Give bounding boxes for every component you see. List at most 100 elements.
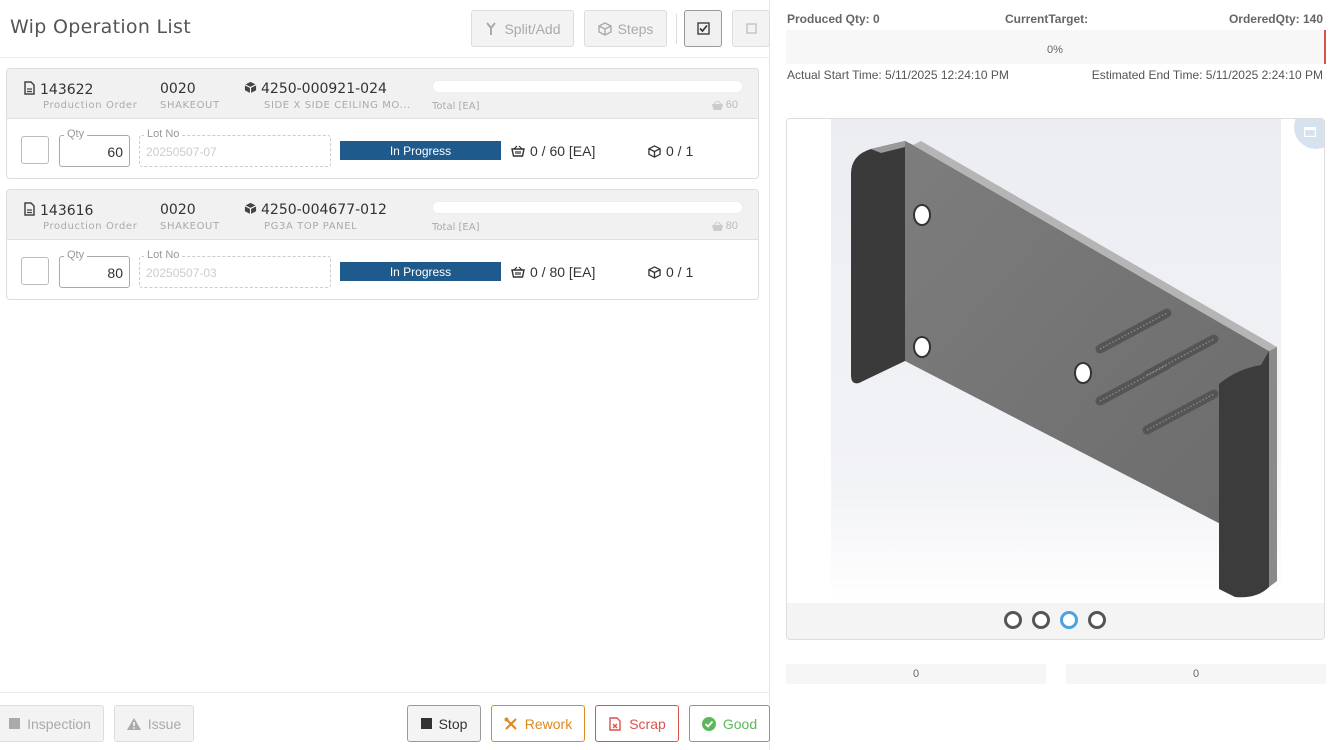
scrap-icon bbox=[609, 716, 621, 731]
part-number: 4250-004677-012 bbox=[244, 202, 387, 218]
ordered-qty: OrderedQty: 140 bbox=[1228, 12, 1323, 26]
cube-icon bbox=[597, 21, 612, 36]
total-label: Total [EA] bbox=[432, 222, 480, 233]
action-footer: Inspection Issue Stop Rework Scrap Good bbox=[0, 692, 770, 750]
production-order-label: Production Order bbox=[43, 221, 138, 232]
total-value: 60 bbox=[711, 99, 738, 111]
scrap-button[interactable]: Scrap bbox=[595, 705, 679, 742]
current-target: CurrentTarget: bbox=[1005, 12, 1089, 26]
basket-icon bbox=[511, 266, 525, 278]
qty-value: 60 bbox=[107, 144, 123, 160]
good-label: Good bbox=[722, 715, 758, 732]
warning-icon bbox=[126, 717, 141, 730]
operation-number: 0020 bbox=[160, 202, 196, 218]
cube-icon bbox=[244, 202, 257, 215]
carousel-dot-active[interactable] bbox=[1060, 611, 1078, 629]
produced-progress: 0 / 80 [EA] bbox=[511, 264, 595, 280]
document-icon bbox=[24, 202, 35, 216]
lot-label: Lot No bbox=[144, 128, 183, 140]
issue-button[interactable]: Issue bbox=[114, 705, 194, 742]
stop-label: Stop bbox=[438, 715, 468, 732]
operation-card[interactable]: 143616 Production Order 0020 SHAKEOUT 42… bbox=[6, 189, 759, 300]
split-add-button[interactable]: Split/Add bbox=[471, 10, 574, 47]
stop-icon bbox=[420, 718, 432, 729]
inspection-button[interactable]: Inspection bbox=[0, 705, 104, 742]
issue-label: Issue bbox=[147, 715, 182, 732]
operation-name: SHAKEOUT bbox=[160, 100, 220, 111]
lot-label: Lot No bbox=[144, 249, 183, 261]
summary-right: 0 bbox=[1066, 664, 1326, 684]
part-3d-render bbox=[831, 119, 1281, 605]
total-label: Total [EA] bbox=[432, 101, 480, 112]
select-all-button[interactable] bbox=[684, 10, 722, 47]
summary-left: 0 bbox=[786, 664, 1046, 684]
select-checkbox[interactable] bbox=[21, 257, 49, 285]
operation-card-header: 143622 Production Order 0020 SHAKEOUT 42… bbox=[7, 69, 758, 119]
basket-icon bbox=[711, 100, 723, 110]
steps-progress: 0 / 1 bbox=[648, 264, 693, 280]
tools-icon bbox=[504, 717, 517, 730]
operation-card-header: 143616 Production Order 0020 SHAKEOUT 42… bbox=[7, 190, 758, 240]
panel-header: Wip Operation List Split/Add Steps bbox=[0, 0, 770, 58]
page-title: Wip Operation List bbox=[10, 16, 191, 38]
lot-number-field[interactable]: Lot No 20250507-03 bbox=[139, 249, 331, 288]
empty-box-icon bbox=[745, 23, 757, 34]
qty-field[interactable]: Qty 80 bbox=[59, 249, 130, 288]
qty-value: 80 bbox=[107, 265, 123, 281]
check-circle-icon bbox=[701, 716, 716, 731]
document-icon bbox=[24, 81, 35, 95]
app-root: Wip Operation List Split/Add Steps 14362… bbox=[0, 0, 1333, 750]
estimated-end-time: Estimated End Time: 5/11/2025 2:24:10 PM bbox=[1091, 68, 1323, 82]
carousel-dot[interactable] bbox=[1004, 611, 1022, 629]
produced-qty: Produced Qty: 0 bbox=[787, 12, 880, 26]
steps-progress: 0 / 1 bbox=[648, 143, 693, 159]
deselect-all-button[interactable] bbox=[732, 10, 770, 47]
part-number: 4250-000921-024 bbox=[244, 81, 387, 97]
operation-progress-bar bbox=[432, 201, 743, 214]
lot-placeholder: 20250507-03 bbox=[146, 266, 217, 280]
lot-number-field[interactable]: Lot No 20250507-07 bbox=[139, 128, 331, 167]
status-badge: In Progress bbox=[340, 262, 501, 281]
target-progress-bar: 0% bbox=[786, 30, 1326, 64]
good-button[interactable]: Good bbox=[689, 705, 770, 742]
basket-icon bbox=[711, 221, 723, 231]
steps-label: Steps bbox=[617, 20, 654, 37]
carousel-dot[interactable] bbox=[1088, 611, 1106, 629]
steps-button[interactable]: Steps bbox=[584, 10, 667, 47]
rework-label: Rework bbox=[524, 715, 573, 732]
produced-progress: 0 / 60 [EA] bbox=[511, 143, 595, 159]
header-divider bbox=[676, 14, 677, 44]
cube-icon bbox=[244, 81, 257, 94]
actual-start-time: Actual Start Time: 5/11/2025 12:24:10 PM bbox=[787, 68, 1009, 82]
rework-button[interactable]: Rework bbox=[491, 705, 585, 742]
production-order-number: 143622 bbox=[23, 81, 93, 98]
total-value: 80 bbox=[711, 220, 738, 232]
qty-label: Qty bbox=[64, 249, 88, 261]
operation-progress-bar bbox=[432, 80, 743, 93]
detail-panel: Produced Qty: 0 CurrentTarget: OrderedQt… bbox=[770, 0, 1333, 750]
status-badge: In Progress bbox=[340, 141, 501, 160]
square-icon bbox=[9, 718, 21, 729]
split-add-label: Split/Add bbox=[504, 20, 561, 37]
select-checkbox[interactable] bbox=[21, 136, 49, 164]
stop-button[interactable]: Stop bbox=[407, 705, 481, 742]
window-icon bbox=[1304, 127, 1316, 137]
lot-placeholder: 20250507-07 bbox=[146, 145, 217, 159]
wip-operation-panel: Wip Operation List Split/Add Steps 14362… bbox=[0, 0, 770, 750]
inspection-label: Inspection bbox=[27, 715, 91, 732]
qty-field[interactable]: Qty 60 bbox=[59, 128, 130, 167]
target-percent: 0% bbox=[1047, 44, 1063, 56]
cube-icon bbox=[648, 144, 661, 158]
split-icon bbox=[486, 21, 497, 35]
qty-label: Qty bbox=[64, 128, 88, 140]
carousel-dot[interactable] bbox=[1032, 611, 1050, 629]
part-image-carousel[interactable] bbox=[786, 118, 1325, 640]
carousel-indicators bbox=[787, 603, 1324, 639]
production-order-number: 143616 bbox=[23, 202, 93, 219]
operation-number: 0020 bbox=[160, 81, 196, 97]
checked-box-icon bbox=[696, 22, 710, 35]
part-description: PG3A TOP PANEL bbox=[264, 221, 358, 232]
operation-card[interactable]: 143622 Production Order 0020 SHAKEOUT 42… bbox=[6, 68, 759, 179]
operation-name: SHAKEOUT bbox=[160, 221, 220, 232]
scrap-label: Scrap bbox=[629, 715, 666, 732]
